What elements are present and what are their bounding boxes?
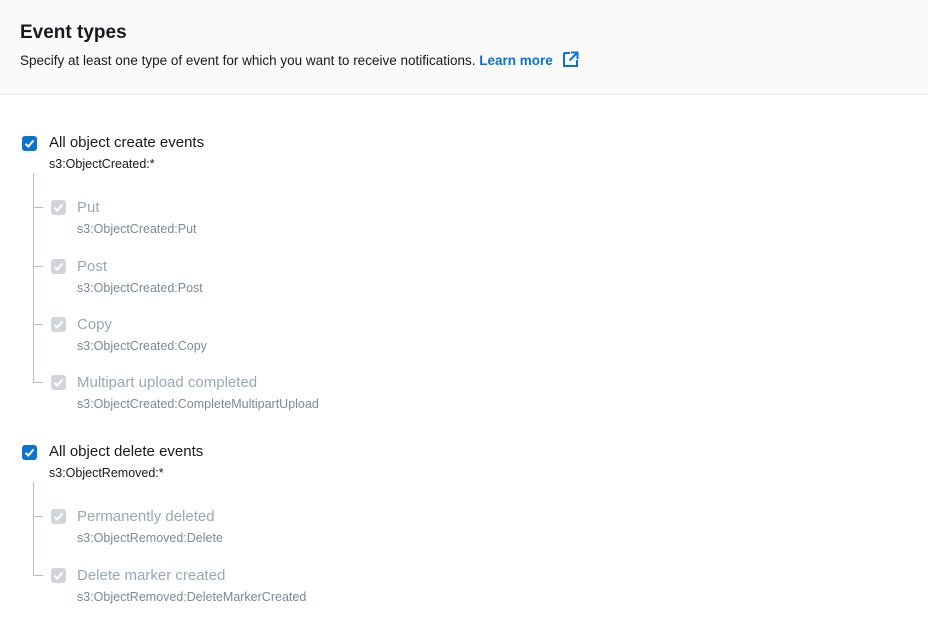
checkmark-icon (24, 139, 35, 148)
checkmark-icon (53, 262, 64, 271)
put-code: s3:ObjectCreated:Put (77, 222, 197, 236)
checkmark-icon (53, 571, 64, 580)
delete-events-label: All object delete events (49, 443, 204, 460)
put-label: Put (77, 199, 100, 216)
learn-more-link[interactable]: Learn more (479, 53, 553, 68)
delete-events-code: s3:ObjectRemoved:* (49, 466, 164, 480)
post-code: s3:ObjectCreated:Post (77, 281, 203, 295)
tree-branch (33, 382, 43, 383)
multipart-code: s3:ObjectCreated:CompleteMultipartUpload (77, 397, 319, 411)
permanently-deleted-label: Permanently deleted (77, 508, 215, 525)
checkmark-icon (53, 203, 64, 212)
tree-branch (33, 266, 43, 267)
copy-label: Copy (77, 316, 113, 333)
copy-code: s3:ObjectCreated:Copy (77, 339, 207, 353)
multipart-label: Multipart upload completed (77, 374, 258, 391)
tree-branch (33, 516, 43, 517)
create-events-group: All object create events s3:ObjectCreate… (20, 133, 720, 423)
permanently-deleted-code: s3:ObjectRemoved:Delete (77, 531, 223, 545)
delete-marker-code: s3:ObjectRemoved:DeleteMarkerCreated (77, 590, 307, 604)
create-events-label: All object create events (49, 134, 205, 151)
put-checkbox (51, 200, 66, 215)
tree-branch (33, 324, 43, 325)
checkmark-icon (53, 512, 64, 521)
tree-branch (33, 207, 43, 208)
copy-checkbox (51, 317, 66, 332)
post-label: Post (77, 258, 108, 275)
multipart-checkbox (51, 375, 66, 390)
section-title: Event types (20, 22, 127, 43)
checkmark-icon (24, 448, 35, 457)
post-checkbox (51, 259, 66, 274)
external-link-icon[interactable] (562, 51, 579, 68)
delete-marker-checkbox (51, 568, 66, 583)
event-types-header: Event types Specify at least one type of… (0, 0, 928, 95)
create-events-checkbox[interactable] (22, 136, 37, 151)
delete-events-checkbox[interactable] (22, 445, 37, 460)
checkmark-icon (53, 378, 64, 387)
tree-branch (33, 575, 43, 576)
tree-line (33, 482, 34, 575)
section-description: Specify at least one type of event for w… (20, 51, 579, 70)
permanently-deleted-checkbox (51, 509, 66, 524)
tree-line (33, 173, 34, 382)
checkmark-icon (53, 320, 64, 329)
delete-events-group: All object delete events s3:ObjectRemove… (20, 442, 720, 612)
delete-marker-label: Delete marker created (77, 567, 226, 584)
description-text: Specify at least one type of event for w… (20, 53, 476, 68)
create-events-code: s3:ObjectCreated:* (49, 157, 155, 171)
